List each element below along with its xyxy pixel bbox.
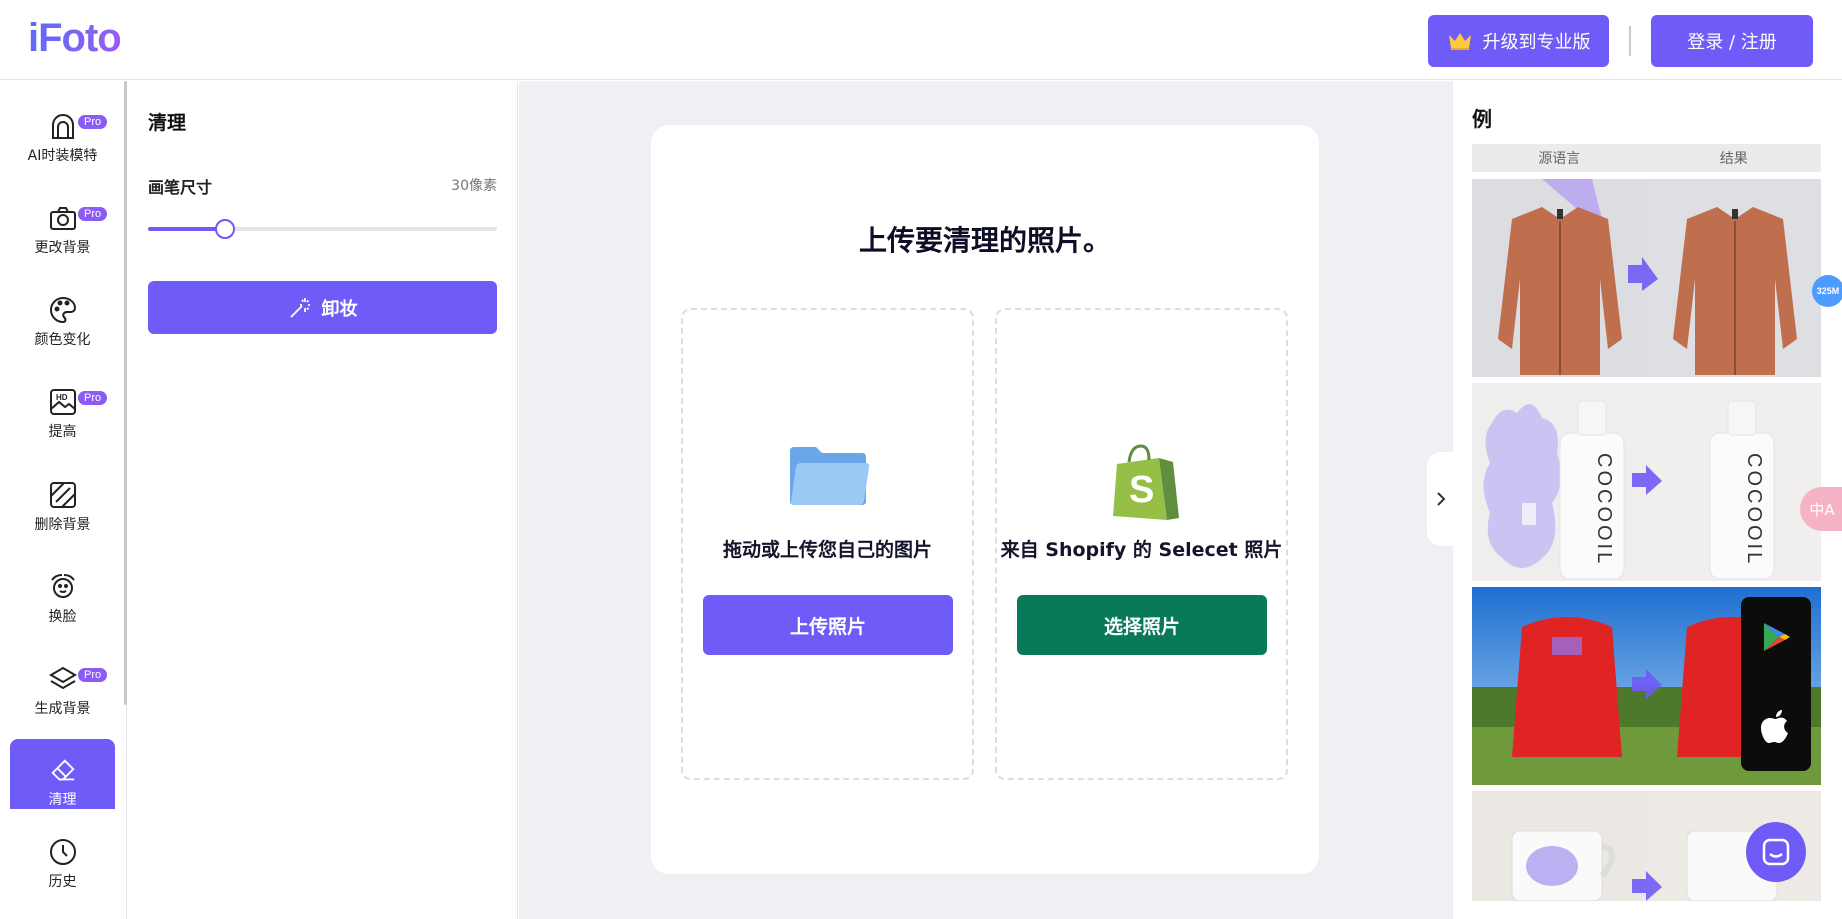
upload-heading: 上传要清理的照片。: [858, 224, 1111, 257]
svg-text:COCOOIL: COCOOIL: [1743, 453, 1765, 566]
chat-support-button[interactable]: [1746, 822, 1806, 882]
panel-title: 清理: [148, 112, 187, 134]
nav-item-face-swap[interactable]: 换脸: [10, 554, 115, 632]
pro-badge: Pro: [78, 391, 108, 405]
speed-badge[interactable]: 325M: [1812, 275, 1842, 307]
apple-icon[interactable]: [1760, 709, 1792, 745]
login-register-button[interactable]: 登录 / 注册: [1651, 15, 1813, 67]
remove-bg-icon: [49, 482, 76, 508]
examples-panel: 例 源语言 结果 COCOOIL COCOOIL: [1454, 81, 1842, 919]
nav-label: 清理: [48, 792, 77, 808]
nav-label: 生成背景: [34, 701, 91, 717]
upgrade-button[interactable]: 升级到专业版: [1428, 15, 1609, 67]
translate-button[interactable]: 中A: [1800, 487, 1842, 531]
svg-text:HD: HD: [56, 393, 68, 402]
camera-icon: [49, 207, 76, 230]
brush-size-value: 30像素: [451, 178, 497, 194]
nav-item-ai-model[interactable]: AI时装模特 Pro: [10, 93, 115, 171]
hd-image-icon: HD: [49, 389, 76, 415]
source-column-label: 源语言: [1538, 151, 1581, 167]
remove-makeup-button[interactable]: 卸妆: [148, 281, 497, 334]
examples-title: 例: [1472, 107, 1492, 131]
top-header: iFoto 升级到专业版 登录 / 注册: [0, 0, 1842, 80]
nav-item-enhance[interactable]: HD 提高 Pro: [10, 369, 115, 447]
examples-header: 源语言 结果: [1472, 144, 1821, 172]
clock-icon: [49, 839, 76, 865]
pro-badge: Pro: [78, 668, 108, 682]
shopify-bag-icon: S: [1113, 444, 1179, 520]
shopify-caption: 来自 Shopify 的 Selecet 照片: [1000, 539, 1283, 561]
chat-icon: [1762, 838, 1790, 866]
nav-label: 删除背景: [34, 517, 91, 533]
eraser-icon: [50, 759, 75, 781]
example-jacket[interactable]: [1472, 179, 1821, 377]
upload-photo-button[interactable]: 上传照片: [703, 595, 953, 655]
chevron-right-icon: [1437, 492, 1446, 506]
left-nav: AI时装模特 Pro 更改背景 Pro 颜色变化 HD 提高 Pro 删除背景: [0, 81, 127, 919]
example-jacket-image: [1472, 179, 1821, 377]
nav-label: 颜色变化: [34, 332, 91, 348]
example-bottle[interactable]: COCOOIL COCOOIL: [1472, 383, 1821, 581]
nav-item-generate-background[interactable]: 生成背景 Pro: [10, 646, 115, 724]
header-divider: [1629, 26, 1631, 56]
nav-label: 历史: [48, 874, 77, 890]
nav-scrollbar[interactable]: [124, 81, 127, 705]
model-icon: [51, 114, 74, 139]
google-play-icon[interactable]: [1761, 621, 1791, 653]
local-upload-dropzone[interactable]: 拖动或上传您自己的图片 上传照片: [681, 308, 974, 780]
nav-item-cleanup[interactable]: 清理: [10, 739, 115, 809]
pro-badge: Pro: [78, 207, 108, 221]
pro-badge: Pro: [78, 115, 108, 129]
nav-item-color-change[interactable]: 颜色变化: [10, 277, 115, 355]
brush-size-slider[interactable]: [148, 219, 497, 239]
select-photo-button[interactable]: 选择照片: [1017, 595, 1267, 655]
ifoto-logo[interactable]: iFoto: [28, 16, 122, 61]
layers-icon: [48, 666, 77, 690]
example-bottle-image: COCOOIL COCOOIL: [1472, 383, 1821, 581]
crown-icon: [1448, 33, 1471, 50]
slider-fill: [148, 227, 225, 231]
collapse-examples-tab[interactable]: [1427, 452, 1455, 546]
nav-label: 换脸: [48, 609, 77, 625]
app-store-bar: [1741, 597, 1811, 771]
nav-item-history[interactable]: 历史: [10, 819, 115, 897]
slider-thumb[interactable]: [214, 219, 235, 239]
remove-makeup-label: 卸妆: [321, 298, 358, 320]
brush-size-label: 画笔尺寸: [148, 178, 213, 197]
face-swap-icon: [50, 573, 75, 598]
shopify-dropzone[interactable]: S 来自 Shopify 的 Selecet 照片 选择照片: [995, 308, 1288, 780]
upload-card: 上传要清理的照片。 拖动或上传您自己的图片 上传照片 S 来自 Shopify …: [651, 125, 1319, 874]
tool-panel: 清理 画笔尺寸 30像素 卸妆: [128, 81, 518, 919]
palette-icon: [49, 296, 76, 324]
upgrade-label: 升级到专业版: [1482, 32, 1591, 53]
svg-text:COCOOIL: COCOOIL: [1593, 453, 1615, 566]
magic-wand-icon: [289, 297, 310, 318]
folder-icon: [790, 447, 870, 505]
nav-item-change-background[interactable]: 更改背景 Pro: [10, 185, 115, 263]
nav-label: 提高: [48, 424, 77, 440]
nav-label: AI时装模特: [27, 148, 98, 164]
local-upload-caption: 拖动或上传您自己的图片: [722, 539, 932, 561]
result-column-label: 结果: [1719, 151, 1748, 167]
nav-item-remove-background[interactable]: 删除背景: [10, 462, 115, 540]
nav-label: 更改背景: [34, 240, 91, 256]
svg-text:S: S: [1129, 469, 1154, 511]
